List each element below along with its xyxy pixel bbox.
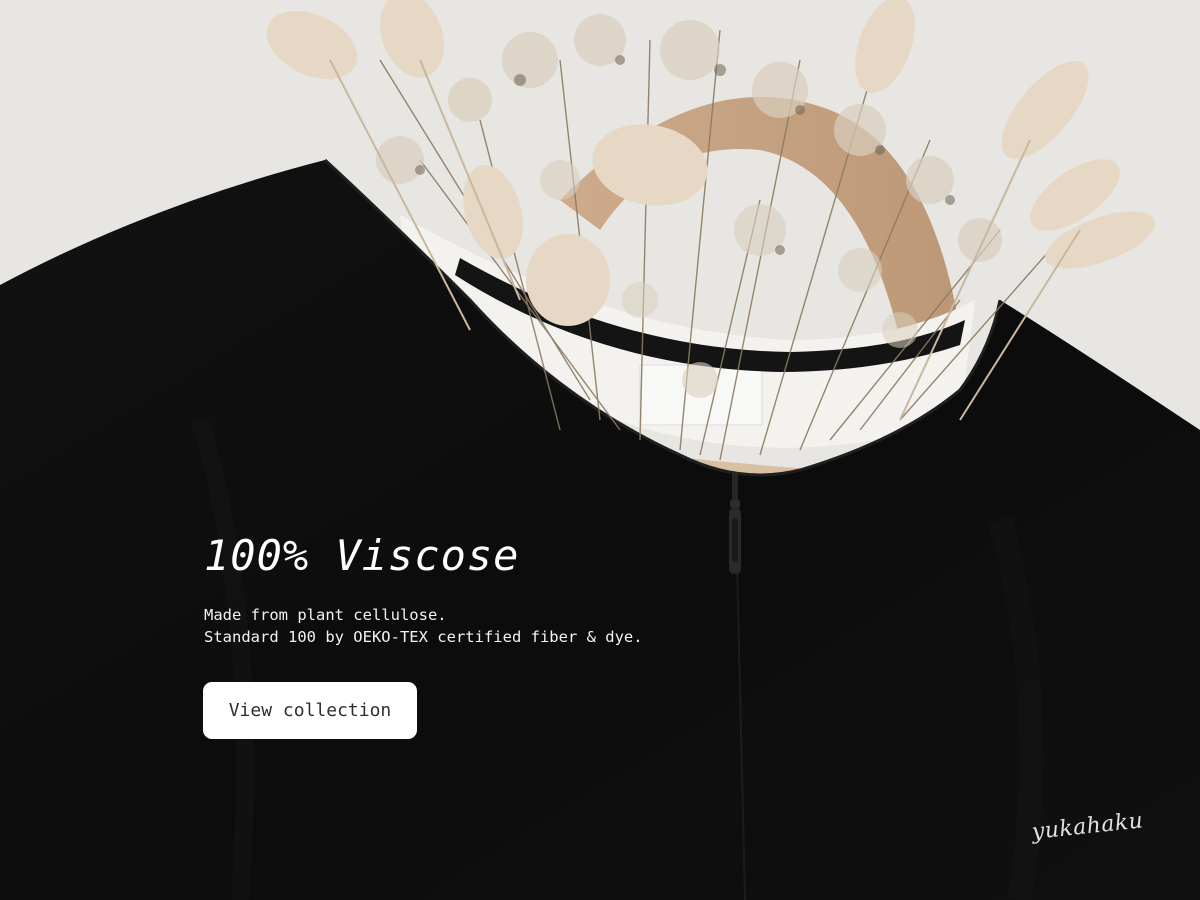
description-line-2: Standard 100 by OEKO-TEX certified fiber… (204, 628, 643, 646)
hero-photo (0, 0, 1200, 900)
headline: 100% Viscose (204, 531, 520, 580)
description-line-1: Made from plant cellulose. (204, 606, 447, 624)
description: Made from plant cellulose. Standard 100 … (204, 604, 643, 648)
zipper-pull-icon (729, 472, 741, 574)
view-collection-button[interactable]: View collection (203, 682, 417, 739)
hero-banner: 100% Viscose Made from plant cellulose. … (0, 0, 1200, 900)
